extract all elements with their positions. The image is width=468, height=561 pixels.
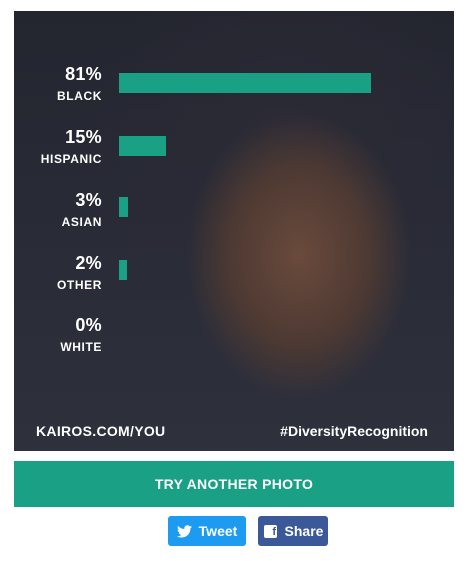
result-card: 81% BLACK 15% HISPANIC 3% ASIAN 2% OTHER (14, 11, 454, 451)
stat-percent: 15% (65, 127, 102, 147)
hashtag: #DiversityRecognition (280, 423, 428, 439)
stat-bar (119, 260, 127, 280)
share-label: Share (284, 523, 324, 539)
stat-row-white: 0% WHITE (14, 315, 454, 363)
twitter-bird-icon (177, 523, 193, 539)
stat-label: HISPANIC (40, 152, 102, 166)
stat-label: OTHER (57, 278, 102, 292)
stat-label: BLACK (57, 89, 102, 103)
tweet-button[interactable]: Tweet (168, 516, 246, 546)
stat-percent: 3% (75, 190, 102, 210)
stat-row-asian: 3% ASIAN (14, 190, 454, 238)
stat-row-black: 81% BLACK (14, 64, 454, 112)
facebook-icon: f (263, 523, 279, 539)
try-another-photo-button[interactable]: TRY ANOTHER PHOTO (14, 461, 454, 507)
stat-label: WHITE (60, 340, 102, 354)
stat-percent: 81% (65, 64, 102, 84)
stat-bar (119, 73, 371, 93)
stat-row-hispanic: 15% HISPANIC (14, 127, 454, 175)
stat-label: ASIAN (61, 215, 102, 229)
share-button[interactable]: f Share (258, 516, 328, 546)
stat-percent: 2% (75, 253, 102, 273)
stat-row-other: 2% OTHER (14, 253, 454, 301)
tweet-label: Tweet (198, 523, 238, 539)
share-buttons: Tweet f Share (0, 516, 468, 546)
site-url: KAIROS.COM/YOU (36, 423, 166, 439)
ethnicity-stats: 81% BLACK 15% HISPANIC 3% ASIAN 2% OTHER (14, 11, 454, 451)
stat-bar (119, 136, 166, 156)
stat-bar (119, 197, 128, 217)
stat-percent: 0% (75, 315, 102, 335)
